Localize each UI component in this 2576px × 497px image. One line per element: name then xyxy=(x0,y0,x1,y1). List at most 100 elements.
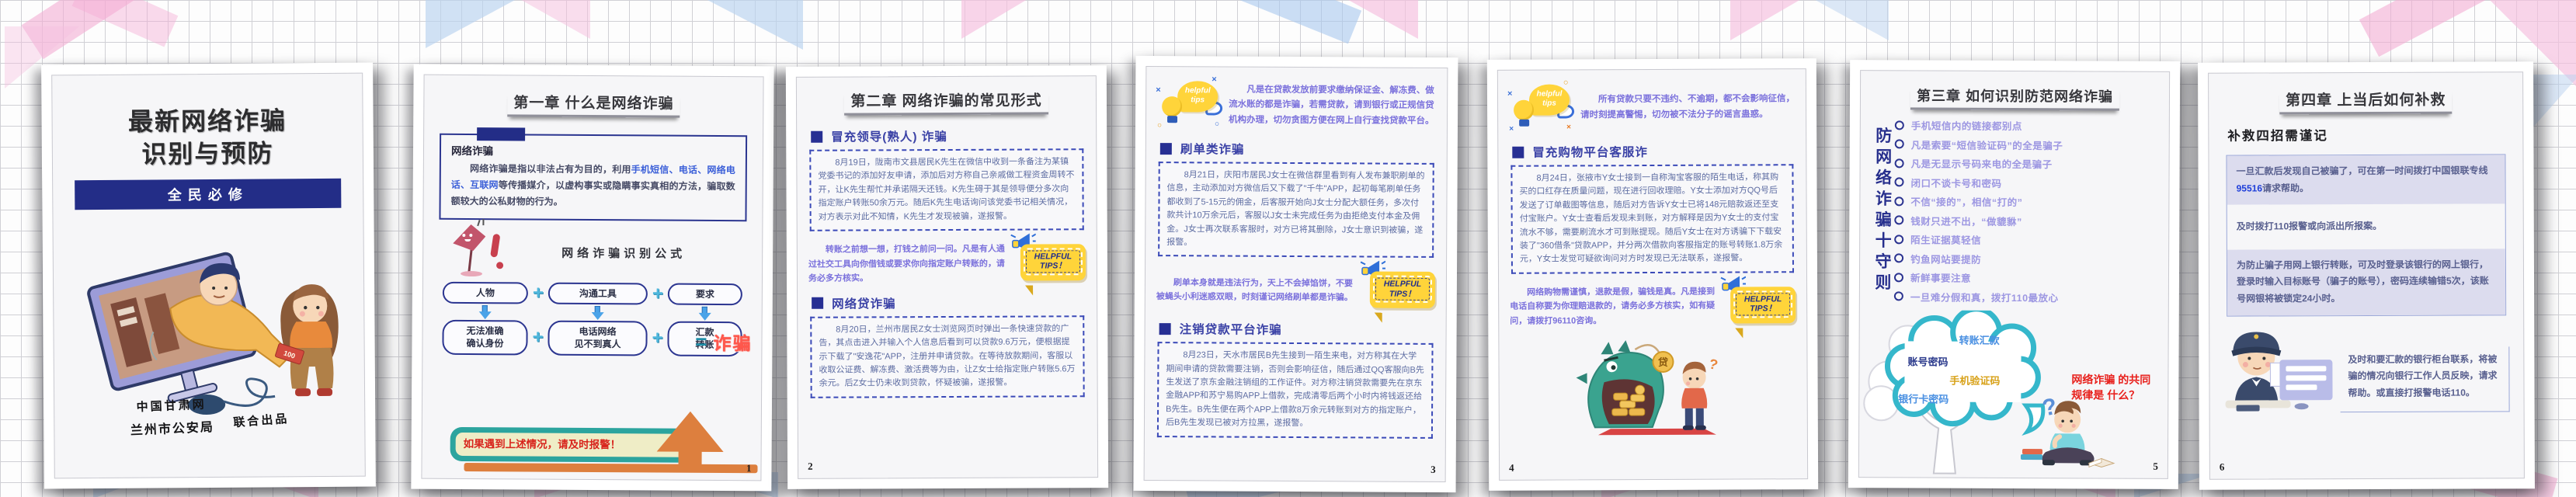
rule-item: 不信“接的”，相信“打的” xyxy=(1894,193,2161,209)
cover-title-line2: 识别与预防 xyxy=(53,137,363,171)
rule-item: 手机短信内的链接都别点 xyxy=(1895,117,2161,133)
tip-row: 刷单本身就是违法行为，天上不会掉馅饼，不要被蝇头小利迷惑双眼，时刻谨记网络刷单都… xyxy=(1156,261,1435,320)
formula-node: 人物 xyxy=(443,282,528,304)
chapter2-title: 第二章 网络诈骗的常见形式 xyxy=(797,89,1096,116)
formula-header: 网络诈骗识别公式 xyxy=(443,223,742,282)
formula-node: 电话网络 见不到真人 xyxy=(548,321,647,356)
remedy-steps-box: 一旦汇款后发现自己被骗了，可在第一时间拨打中国银联专线95516请求帮助。 及时… xyxy=(2226,154,2506,316)
plus-sign: + xyxy=(527,327,548,349)
definition-label: 网络诈骗 xyxy=(451,142,735,159)
fraud-result-label: 诈骗 xyxy=(713,328,752,355)
chapter1-title: 第一章 什么是网络诈骗 xyxy=(424,91,763,119)
bulb-base xyxy=(1167,116,1177,123)
police-officer-illustration xyxy=(2220,319,2337,413)
warning-flag-icon xyxy=(443,223,506,280)
cover-illustration: 100 xyxy=(53,214,365,425)
square-bullet-icon xyxy=(1160,143,1172,155)
case-box: 8月20日，兰州市居民Z女士浏览网页时弹出一条快速贷款的广告，其点击进入并输入个… xyxy=(810,315,1084,398)
circle-bullet-icon xyxy=(1894,196,1903,206)
ribbon-decoration xyxy=(2359,0,2502,57)
triangle-decoration xyxy=(426,0,527,48)
square-bullet-icon xyxy=(1159,323,1171,335)
formula-title: 网络诈骗识别公式 xyxy=(506,244,742,262)
lightbulb-tips-icon: helpful tips × ○ × × xyxy=(1509,81,1576,135)
tip-row: 网络购物需谨慎，退款是假，骗钱是真。凡是接到电话自称要为你理赔退款的，请务必多方… xyxy=(1510,277,1796,336)
question-text: 网络诈骗 的共同规律是 什么？ xyxy=(2071,371,2157,403)
chapter1-sheet: 第一章 什么是网络诈骗 网络诈骗 网络诈骗是指以非法占有为目的，利用手机短信、电… xyxy=(411,64,773,492)
case-box: 8月21日，庆阳市居民J女士在微信群里看到有人发布兼职刷单的信息，主动添加对方微… xyxy=(1158,162,1434,258)
down-arrow-icon xyxy=(592,306,604,319)
girl-shirt xyxy=(290,321,332,348)
triangle-decoration xyxy=(1796,0,1889,40)
rule-item: 凡是索要“短信验证码”的全是骗子 xyxy=(1895,137,2161,152)
top-tip-row: helpful tips × ○ × × 所有贷款只要不违约、不逾期，都不会影响… xyxy=(1509,80,1795,136)
page-number: 3 xyxy=(1431,464,1436,476)
helpful-tips-bubble: HELPFUL TIPS！ xyxy=(1014,235,1086,292)
alert-callout: 如果遇到上述情况，请及时报警！ xyxy=(450,427,744,464)
remedy-step: 为防止骗子用网上银行转账，可及时登录该银行的网上银行，登录时输入目标账号（骗子的… xyxy=(2227,248,2505,315)
case-text: 8月19日，陇南市文县居民K先生在微信中收到一条备注为某镇党委书记的添加好友申请… xyxy=(818,155,1075,224)
chapter2-sheet: 第二章 网络诈骗的常见形式 冒充领导(熟人) 诈骗 8月19日，陇南市文县居民K… xyxy=(786,65,1108,489)
section-heading: 刷单类诈骗 xyxy=(1160,140,1433,158)
page-number: 1 xyxy=(746,462,752,474)
orange-underline-bar xyxy=(464,463,757,473)
formula-row1: 人物 + 沟通工具 + 要求 xyxy=(428,282,757,306)
tip-text: 刷单本身就是违法行为，天上不会掉馅饼，不要被蝇头小利迷惑双眼，时刻谨记网络刷单都… xyxy=(1156,276,1359,306)
publisher-line1: 中国甘肃网 xyxy=(130,395,214,415)
rules-section: 防网络诈骗十守则 手机短信内的链接都别点 凡是索要“短信验证码”的全是骗子 凡是… xyxy=(1871,116,2161,309)
case-text: 8月20日，兰州市居民Z女士浏览网页时弹出一条快速贷款的广告，其点击进入并输入个… xyxy=(819,322,1076,391)
triangle-decoration xyxy=(687,0,803,50)
page4-page: helpful tips × ○ × × 所有贷款只要不违约、不逾期，都不会影响… xyxy=(1497,68,1808,481)
rules-list: 手机短信内的链接都别点 凡是索要“短信验证码”的全是骗子 凡是无显示号码来电的全… xyxy=(1894,117,2161,308)
helpful-tips-bubble: HELPFUL TIPS！ xyxy=(1724,277,1796,335)
triangle-decoration xyxy=(961,0,1039,39)
circle-bullet-icon xyxy=(1894,177,1903,186)
chapter4-title: 第四章 上当后如何补救 xyxy=(2209,88,2522,114)
victim-boy: ? xyxy=(1681,356,1719,430)
page3-sheet: helpful tips × × ○ ○ 凡是在贷款发放前要求缴纳保证金、解冻费… xyxy=(1134,56,1458,492)
formula-node: 沟通工具 xyxy=(548,283,648,305)
page3-page: helpful tips × × ○ ○ 凡是在贷款发放前要求缴纳保证金、解冻费… xyxy=(1144,66,1448,482)
bulb-base xyxy=(1519,120,1529,127)
top-tip-text: 所有贷款只要不违约、不逾期，都不会影响征信，请时刻提高警惕，切勿被不法分子的谣言… xyxy=(1580,92,1795,123)
helpful-tips-label: HELPFUL TIPS！ xyxy=(1373,276,1432,304)
section-heading: 网络贷诈骗 xyxy=(812,294,1083,312)
circle-bullet-icon xyxy=(1894,235,1903,244)
keyword-internet: 互联网 xyxy=(470,179,499,190)
keyword-phone: 电话 xyxy=(679,165,698,176)
helpful-tips-bubble: HELPFUL TIPS！ xyxy=(1364,262,1435,320)
cloud-word-transfer: 转账汇款 xyxy=(1959,332,2000,347)
definition-text: 网络诈骗是指以非法占有为目的，利用手机短信、电话、网络电话、互联网等传播媒介，以… xyxy=(451,161,735,211)
hotline-number: 95516 xyxy=(2237,182,2262,193)
loan-monster-illustration: 贷 ? xyxy=(1563,336,1743,436)
cloud-word-smscode: 手机验证码 xyxy=(1949,373,2000,388)
cover-page: 最新网络诈骗 识别与预防 全民必修 xyxy=(51,73,366,479)
top-tip-text: 凡是在贷款发放前要求缴纳保证金、解冻费、做流水账的都是诈骗，若需贷款，请到银行或… xyxy=(1229,82,1436,129)
plus-sign: + xyxy=(528,283,548,304)
case-text: 8月24日，张掖市Y女士接到一自称淘宝客服的陌生电话，称其购买的口红存在质量问题… xyxy=(1519,171,1785,266)
section-heading: 注销贷款平台诈骗 xyxy=(1159,320,1432,339)
square-bullet-icon xyxy=(1512,146,1524,158)
formula-result: = 诈骗 xyxy=(695,328,752,355)
chapter3-title: 第三章 如何识别防范网络诈骗 xyxy=(1861,85,2169,111)
tip-text: 转账之前想一想，打钱之前问一问。凡是有人通过社交工具向你借钱或要求你向指定账户转… xyxy=(808,242,1010,286)
cloud-word-account: 账号密码 xyxy=(1907,353,1948,368)
rule-item: 一旦难分假和真，拨打110最放心 xyxy=(1894,289,2161,304)
tips-speech-bubble: helpful tips xyxy=(1529,84,1570,115)
case-box: 8月24日，张掖市Y女士接到一自称淘宝客服的陌生电话，称其购买的口红存在质量问题… xyxy=(1510,164,1794,273)
publisher-block: 中国甘肃网 兰州市公安局 联合出品 xyxy=(54,396,364,438)
remedy-step4-row: 及时和要汇款的银行柜台联系，将被骗的情况向银行工作人员反映，请求帮助。或直接打报… xyxy=(2220,318,2509,412)
remedy-step: 及时拨打110报警或向派出所报案。 xyxy=(2227,204,2505,250)
square-bullet-icon xyxy=(812,297,823,309)
down-arrow-icon xyxy=(699,307,711,320)
rule-item: 陌生证据莫轻信 xyxy=(1894,231,2161,247)
rule-item: 钓鱼网站要提防 xyxy=(1894,251,2161,266)
circle-bullet-icon xyxy=(1894,291,1903,301)
plus-sign: + xyxy=(648,283,668,305)
page-number: 6 xyxy=(2220,461,2225,474)
down-arrow-icon xyxy=(479,305,492,318)
tips-speech-bubble: helpful tips xyxy=(1177,81,1218,112)
rule-item: 新鲜事要注意 xyxy=(1894,269,2161,285)
page-number: 2 xyxy=(808,461,813,473)
circle-bullet-icon xyxy=(1895,120,1904,130)
